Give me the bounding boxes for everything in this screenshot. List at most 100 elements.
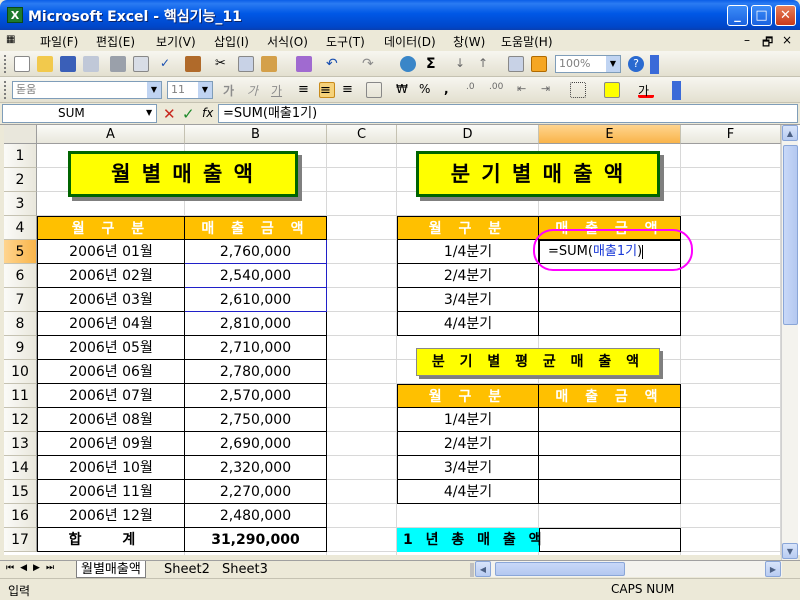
sales-cell[interactable]: 2,320,000 bbox=[185, 456, 327, 480]
average-header-period[interactable]: 월 구 분 bbox=[397, 384, 539, 408]
row-header-16[interactable]: 16 bbox=[4, 504, 37, 528]
horizontal-scrollbar[interactable]: ◀ ▶ bbox=[475, 561, 782, 577]
horizontal-scroll-thumb[interactable] bbox=[495, 562, 625, 576]
select-all-button[interactable] bbox=[4, 125, 37, 144]
sales-cell[interactable]: 2,270,000 bbox=[185, 480, 327, 504]
quarter-sales-cell[interactable] bbox=[539, 288, 681, 312]
tab-sheet3[interactable]: Sheet3 bbox=[218, 561, 272, 578]
sales-cell[interactable]: 2,810,000 bbox=[185, 312, 327, 336]
row-header-17[interactable]: 17 bbox=[4, 528, 37, 552]
month-cell[interactable]: 2006년 05월 bbox=[37, 336, 185, 360]
menu-format[interactable]: 서식(O) bbox=[267, 33, 308, 50]
month-cell[interactable]: 2006년 10월 bbox=[37, 456, 185, 480]
font-size-combo[interactable]: 11 ▼ bbox=[167, 81, 213, 99]
toolbar-grip[interactable] bbox=[4, 55, 7, 73]
month-cell[interactable]: 2006년 11월 bbox=[37, 480, 185, 504]
average-quarter-cell[interactable]: 1/4분기 bbox=[397, 408, 539, 432]
row-header-3[interactable]: 3 bbox=[4, 192, 37, 216]
quarter-cell[interactable]: 3/4분기 bbox=[397, 288, 539, 312]
row-header-2[interactable]: 2 bbox=[4, 168, 37, 192]
chevron-down-icon[interactable]: ▼ bbox=[147, 82, 161, 98]
month-cell[interactable]: 2006년 02월 bbox=[37, 264, 185, 288]
column-header-c[interactable]: C bbox=[327, 125, 397, 144]
tab-split-handle[interactable] bbox=[470, 563, 474, 577]
row-header-12[interactable]: 12 bbox=[4, 408, 37, 432]
percent-icon[interactable]: % bbox=[419, 82, 435, 98]
underline-icon[interactable]: 가 bbox=[271, 82, 287, 98]
chevron-down-icon[interactable]: ▼ bbox=[146, 108, 152, 117]
chart-wizard-icon[interactable] bbox=[508, 56, 524, 72]
average-quarter-cell[interactable]: 2/4분기 bbox=[397, 432, 539, 456]
row-header-8[interactable]: 8 bbox=[4, 312, 37, 336]
row-header-14[interactable]: 14 bbox=[4, 456, 37, 480]
row-header-11[interactable]: 11 bbox=[4, 384, 37, 408]
quarter-sales-cell[interactable] bbox=[539, 312, 681, 336]
sales-cell[interactable]: 2,690,000 bbox=[185, 432, 327, 456]
column-header-f[interactable]: F bbox=[681, 125, 781, 144]
redo-icon[interactable]: ↷ bbox=[362, 56, 378, 72]
average-sales-cell[interactable] bbox=[539, 456, 681, 480]
average-quarter-cell[interactable]: 4/4분기 bbox=[397, 480, 539, 504]
name-box[interactable]: SUM bbox=[2, 104, 157, 123]
currency-icon[interactable]: ₩ bbox=[396, 82, 412, 98]
toolbar-options-icon[interactable] bbox=[672, 81, 681, 100]
column-header-d[interactable]: D bbox=[397, 125, 539, 144]
sales-cell[interactable]: 2,480,000 bbox=[185, 504, 327, 528]
row-header-4[interactable]: 4 bbox=[4, 216, 37, 240]
month-cell[interactable]: 2006년 01월 bbox=[37, 240, 185, 264]
vertical-scrollbar[interactable]: ▲ ▼ bbox=[781, 125, 798, 560]
tab-sheet2[interactable]: Sheet2 bbox=[160, 561, 214, 578]
borders-icon[interactable] bbox=[570, 82, 586, 98]
row-header-10[interactable]: 10 bbox=[4, 360, 37, 384]
monthly-header-month[interactable]: 월 구 분 bbox=[37, 216, 185, 240]
row-header-7[interactable]: 7 bbox=[4, 288, 37, 312]
month-cell[interactable]: 2006년 07월 bbox=[37, 384, 185, 408]
month-cell[interactable]: 2006년 06월 bbox=[37, 360, 185, 384]
drawing-icon[interactable] bbox=[531, 56, 547, 72]
row-header-13[interactable]: 13 bbox=[4, 432, 37, 456]
chevron-down-icon[interactable]: ▼ bbox=[606, 56, 620, 72]
sales-cell[interactable]: 2,610,000 bbox=[185, 288, 327, 312]
doc-close-button[interactable]: × bbox=[782, 33, 792, 47]
print-icon[interactable] bbox=[110, 56, 126, 72]
copy-icon[interactable] bbox=[238, 56, 254, 72]
total-label[interactable]: 합 계 bbox=[37, 528, 185, 552]
workbook-icon[interactable]: ▦ bbox=[6, 34, 26, 48]
menu-file[interactable]: 파일(F) bbox=[40, 33, 78, 50]
formula-input[interactable]: =SUM(매출1기) bbox=[218, 104, 798, 123]
month-cell[interactable]: 2006년 09월 bbox=[37, 432, 185, 456]
cut-icon[interactable]: ✂ bbox=[215, 56, 231, 72]
sales-cell[interactable]: 2,760,000 bbox=[185, 240, 327, 264]
annual-sales-cell[interactable] bbox=[539, 528, 681, 552]
format-painter-icon[interactable] bbox=[296, 56, 312, 72]
align-right-icon[interactable]: ≡ bbox=[342, 82, 358, 98]
menu-view[interactable]: 보기(V) bbox=[156, 33, 196, 50]
sales-cell[interactable]: 2,710,000 bbox=[185, 336, 327, 360]
doc-minimize-button[interactable]: – bbox=[744, 33, 750, 47]
scroll-left-icon[interactable]: ◀ bbox=[475, 561, 491, 577]
save-icon[interactable] bbox=[60, 56, 76, 72]
maximize-button[interactable]: □ bbox=[751, 5, 772, 26]
average-header-sales[interactable]: 매 출 금 액 bbox=[539, 384, 681, 408]
menu-window[interactable]: 창(W) bbox=[453, 33, 485, 50]
quarter-cell[interactable]: 2/4분기 bbox=[397, 264, 539, 288]
close-button[interactable]: ✕ bbox=[775, 5, 796, 26]
paste-icon[interactable] bbox=[261, 56, 277, 72]
font-name-combo[interactable]: 돋움 ▼ bbox=[12, 81, 162, 99]
zoom-combo[interactable]: 100% ▼ bbox=[555, 55, 621, 73]
increase-indent-icon[interactable]: ⇥ bbox=[541, 82, 557, 98]
sort-descending-icon[interactable]: ↑ bbox=[478, 56, 494, 72]
increase-decimal-icon[interactable]: .0 bbox=[466, 82, 482, 98]
comma-style-icon[interactable]: , bbox=[444, 82, 460, 98]
new-icon[interactable] bbox=[14, 56, 30, 72]
row-header-9[interactable]: 9 bbox=[4, 336, 37, 360]
sales-cell[interactable]: 2,540,000 bbox=[185, 264, 327, 288]
open-icon[interactable] bbox=[37, 56, 53, 72]
month-cell[interactable]: 2006년 03월 bbox=[37, 288, 185, 312]
fill-color-icon[interactable] bbox=[604, 82, 620, 98]
italic-icon[interactable]: 가 bbox=[247, 82, 263, 98]
toolbar-grip[interactable] bbox=[4, 81, 7, 99]
vertical-scroll-thumb[interactable] bbox=[783, 145, 798, 325]
column-header-b[interactable]: B bbox=[185, 125, 327, 144]
decrease-decimal-icon[interactable]: .00 bbox=[489, 82, 505, 98]
